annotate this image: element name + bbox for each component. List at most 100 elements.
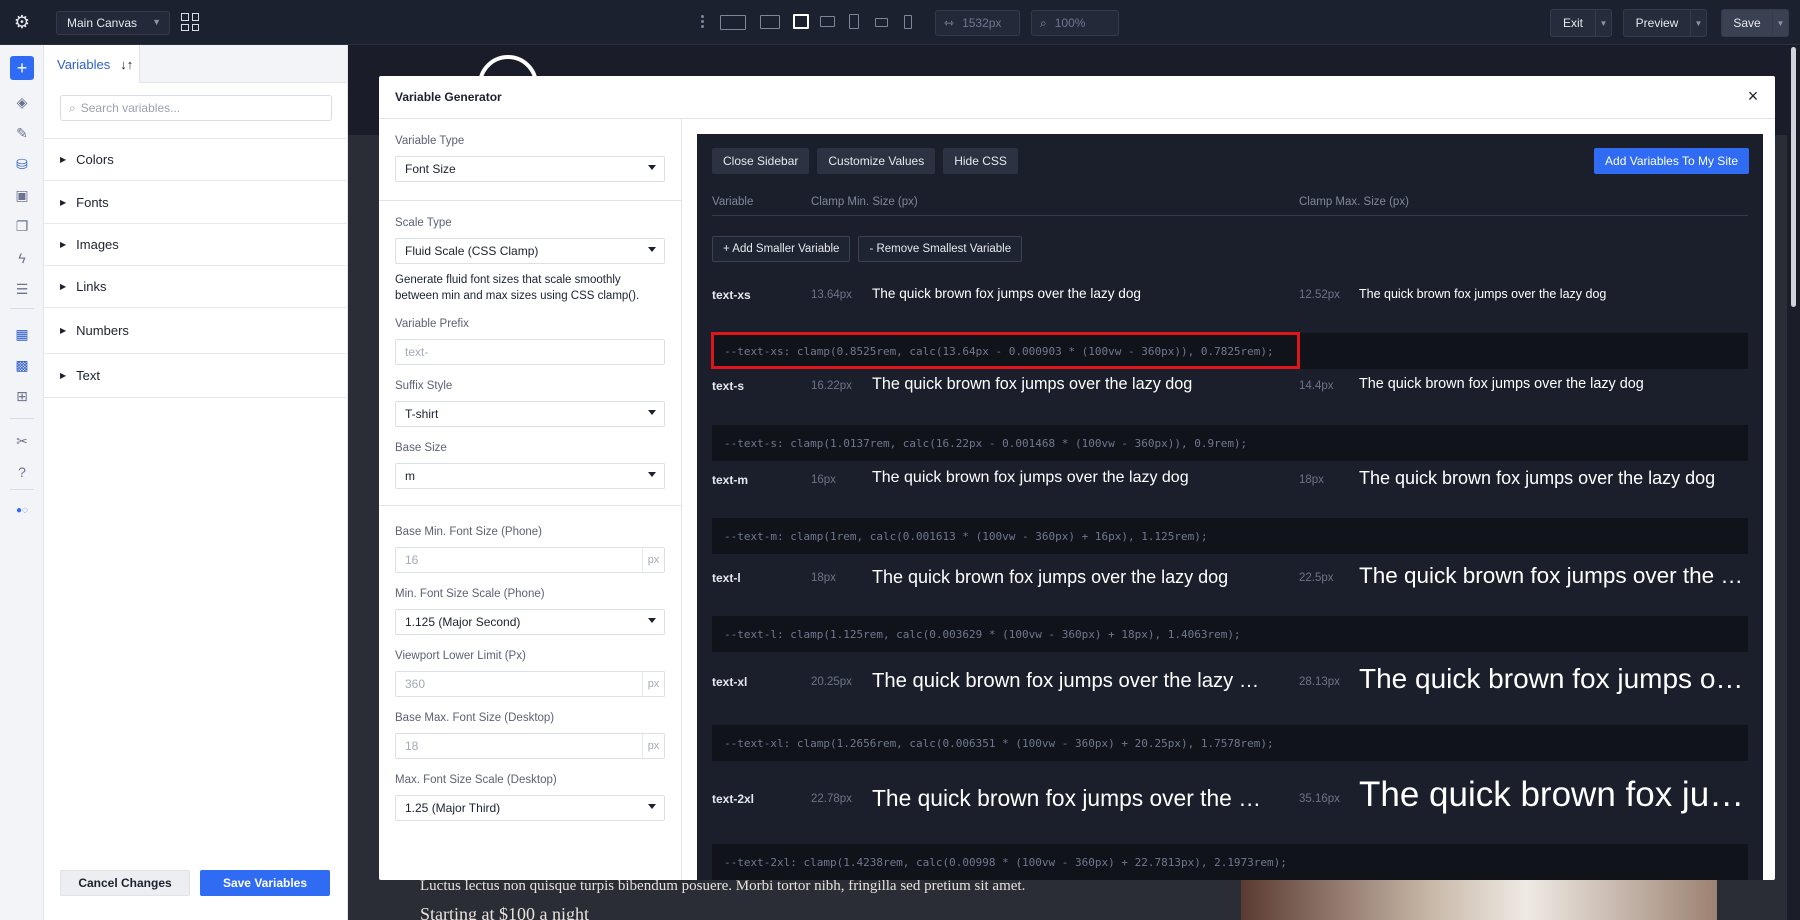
more-options-icon[interactable]	[699, 13, 705, 31]
canvas-body-text: Luctus lectus non quisque turpis bibendu…	[420, 878, 1026, 894]
min-scale-select[interactable]: 1.125 (Major Second)	[395, 609, 665, 635]
base-max-input[interactable]: 18 px	[395, 733, 665, 759]
save-menu-chevron-icon[interactable]: ▼	[1772, 10, 1788, 36]
device-tablet-portrait-icon[interactable]	[849, 14, 859, 29]
preview-menu-chevron-icon[interactable]: ▼	[1690, 10, 1706, 36]
exit-button[interactable]: Exit ▼	[1550, 9, 1612, 37]
rail-divider	[10, 489, 34, 490]
cancel-changes-button[interactable]: Cancel Changes	[60, 870, 190, 896]
css-code-line: --text-xs: clamp(0.8525rem, calc(13.64px…	[712, 333, 1748, 369]
save-button[interactable]: Save ▼	[1721, 9, 1789, 37]
caret-right-icon: ▶	[60, 240, 67, 249]
close-icon[interactable]: ×	[1743, 86, 1763, 106]
settings-gear-icon[interactable]: ⚙	[12, 12, 32, 32]
device-desktop-icon[interactable]	[760, 15, 780, 29]
variable-row-text-s: text-s 16.22px The quick brown fox jumps…	[712, 374, 1748, 400]
tab-variables-label: Variables	[57, 56, 111, 72]
min-sample-text: The quick brown fox jumps over the lazy …	[872, 670, 1262, 692]
css-code-line: --text-l: clamp(1.125rem, calc(0.003629 …	[712, 616, 1748, 652]
pages-icon[interactable]: ❐	[13, 217, 31, 235]
theme-toggle-icon[interactable]: ●◌	[13, 502, 31, 520]
variables-database-icon[interactable]: ⛁	[13, 155, 31, 173]
min-sample-text: The quick brown fox jumps over the lazy …	[872, 375, 1193, 393]
col-clamp-max: Clamp Max. Size (px)	[1299, 196, 1409, 208]
variable-row-text-xs: text-xs 13.64px The quick brown fox jump…	[712, 284, 1748, 308]
base-min-label: Base Min. Font Size (Phone)	[395, 526, 543, 538]
finder-plugin-icon[interactable]: ▦	[13, 325, 31, 343]
min-sample-text: The quick brown fox jumps over the lazy …	[872, 286, 1141, 301]
settings-sliders-icon[interactable]: ☰	[13, 280, 31, 298]
variable-type-select[interactable]: Font Size	[395, 156, 665, 182]
add-smaller-variable-button[interactable]: + Add Smaller Variable	[712, 236, 851, 262]
variable-name: text-s	[712, 379, 745, 393]
hide-css-button[interactable]: Hide CSS	[943, 148, 1018, 174]
max-sample-text: The quick brown fox jumps over the lazy …	[1359, 775, 1747, 814]
device-desktop-large-icon[interactable]	[720, 15, 746, 30]
group-colors[interactable]: ▶ Colors	[44, 139, 348, 181]
canvas-width-input[interactable]: ⇿ 1532px	[935, 10, 1020, 36]
viewport-lower-input[interactable]: 360 px	[395, 671, 665, 697]
base-size-select[interactable]: m	[395, 463, 665, 489]
clamp-max-size: 22.5px	[1299, 572, 1334, 584]
base-min-value: 16	[405, 553, 419, 567]
modal-header: Variable Generator ×	[379, 76, 1775, 119]
tools-icon[interactable]: ✂	[13, 432, 31, 450]
device-laptop-icon[interactable]	[793, 14, 809, 29]
modal-title: Variable Generator	[395, 90, 502, 104]
customize-values-button[interactable]: Customize Values	[817, 148, 936, 174]
save-variables-button[interactable]: Save Variables	[200, 870, 330, 896]
css-code-line: --text-m: clamp(1rem, calc(0.001613 * (1…	[712, 518, 1748, 554]
templates-icon[interactable]: ⊞	[13, 387, 31, 405]
components-icon[interactable]: ▣	[13, 186, 31, 204]
help-icon[interactable]: ?	[13, 463, 31, 481]
canvas-select[interactable]: Main Canvas ▼	[56, 11, 170, 35]
variable-row-text-xl: text-xl 20.25px The quick brown fox jump…	[712, 663, 1748, 699]
remove-smallest-variable-button[interactable]: - Remove Smallest Variable	[858, 236, 1023, 262]
suffix-style-label: Suffix Style	[395, 380, 453, 392]
group-fonts[interactable]: ▶ Fonts	[44, 181, 348, 224]
variables-search-input[interactable]: ⌕ Search variables...	[60, 95, 332, 121]
exit-label: Exit	[1562, 16, 1583, 30]
zoom-input[interactable]: ⌕ 100%	[1031, 10, 1119, 36]
group-images[interactable]: ▶ Images	[44, 224, 348, 266]
scale-parameters-section: Base Min. Font Size (Phone) 16 px Min. F…	[379, 506, 681, 844]
grid-view-icon[interactable]	[181, 13, 199, 31]
close-sidebar-button[interactable]: Close Sidebar	[712, 148, 810, 174]
group-text[interactable]: ▶ Text	[44, 354, 348, 398]
min-sample-text: The quick brown fox jumps over the lazy …	[872, 469, 1189, 486]
variable-row-text-l: text-l 18px The quick brown fox jumps ov…	[712, 562, 1748, 594]
variable-prefix-input[interactable]: text-	[395, 339, 665, 365]
group-numbers[interactable]: ▶ Numbers	[44, 308, 348, 354]
variables-preview-panel: Close Sidebar Customize Values Hide CSS …	[697, 134, 1763, 880]
interactions-lightning-icon[interactable]: ϟ	[13, 249, 31, 267]
variable-prefix-label: Variable Prefix	[395, 318, 469, 330]
max-sample-text: The quick brown fox jumps over the lazy …	[1359, 663, 1747, 694]
max-sample-text: The quick brown fox jumps over the lazy …	[1359, 287, 1607, 301]
max-scale-select[interactable]: 1.25 (Major Third)	[395, 795, 665, 821]
styles-icon[interactable]: ✎	[13, 124, 31, 142]
layers-icon[interactable]: ◈	[13, 93, 31, 111]
clamp-min-size: 20.25px	[811, 676, 852, 688]
clamp-min-size: 18px	[811, 572, 836, 584]
base-min-input[interactable]: 16 px	[395, 547, 665, 573]
device-tablet-landscape-icon[interactable]	[820, 16, 835, 27]
suffix-style-select[interactable]: T-shirt	[395, 401, 665, 427]
frames-plugin-icon[interactable]: ▩	[13, 356, 31, 374]
sort-icon[interactable]: ↓↑	[120, 57, 133, 72]
group-links[interactable]: ▶ Links	[44, 266, 348, 308]
canvas-scrollbar[interactable]	[1787, 45, 1800, 920]
preview-button[interactable]: Preview ▼	[1623, 9, 1707, 37]
exit-menu-chevron-icon[interactable]: ▼	[1595, 10, 1611, 36]
max-scale-value: 1.25 (Major Third)	[405, 801, 501, 815]
scale-type-select[interactable]: Fluid Scale (CSS Clamp)	[395, 238, 665, 264]
add-element-icon[interactable]: +	[10, 56, 34, 80]
device-phone-portrait-icon[interactable]	[904, 15, 912, 29]
tab-variables[interactable]: Variables ↓↑	[44, 45, 140, 83]
rail-divider	[10, 308, 34, 309]
group-label: Colors	[76, 152, 114, 167]
scrollbar-thumb[interactable]	[1791, 47, 1796, 307]
add-variables-to-site-button[interactable]: Add Variables To My Site	[1594, 148, 1749, 174]
variable-generator-modal: Variable Generator × Variable Type Font …	[379, 76, 1775, 880]
left-icon-rail: + ◈ ✎ ⛁ ▣ ❐ ϟ ☰ ▦ ▩ ⊞ ✂ ? ●◌	[0, 45, 44, 920]
device-phone-landscape-icon[interactable]	[875, 18, 888, 27]
